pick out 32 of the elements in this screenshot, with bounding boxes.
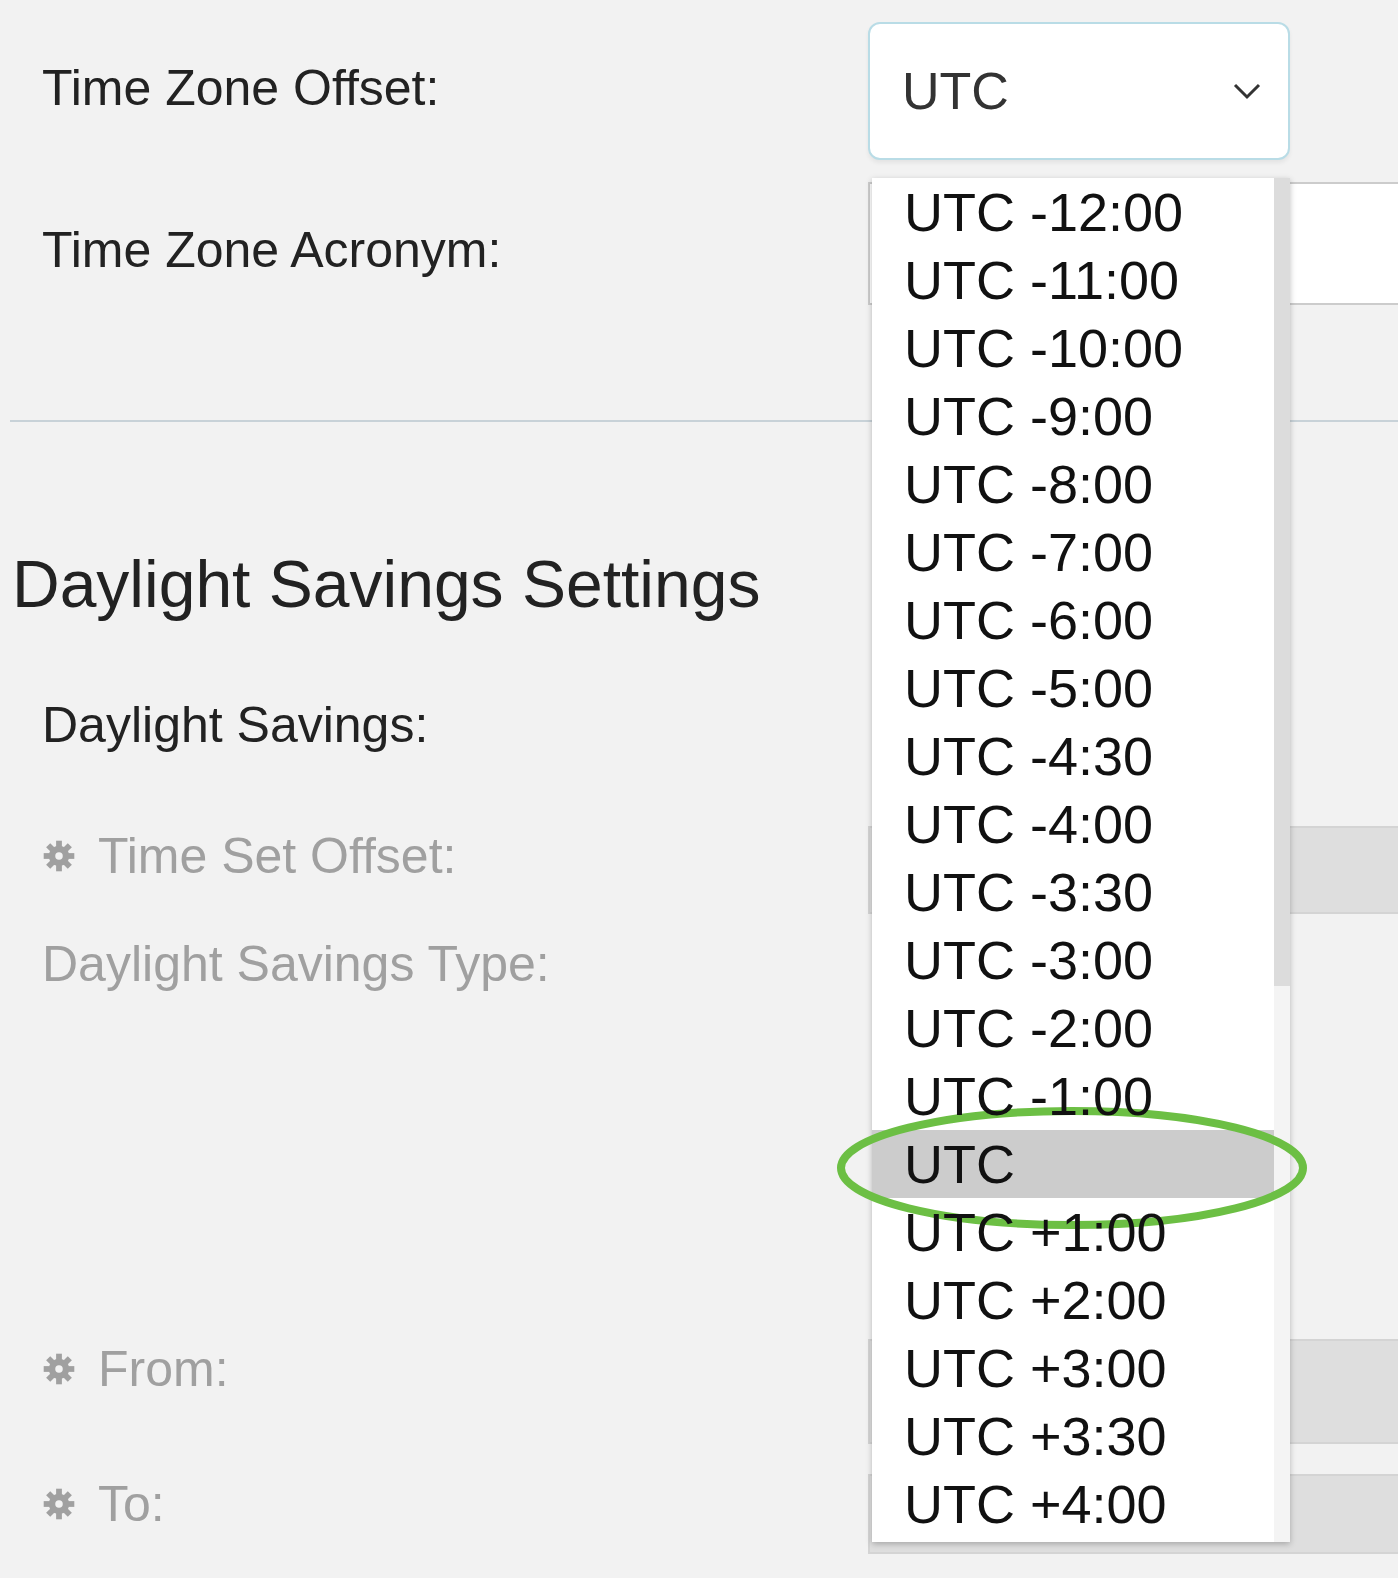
dropdown-option[interactable]: UTC +4:00 [872, 1470, 1274, 1538]
dropdown-option[interactable]: UTC +3:30 [872, 1402, 1274, 1470]
field-label: Daylight Savings Type: [42, 935, 551, 994]
section-heading: Daylight Savings Settings [12, 546, 761, 622]
dropdown-option[interactable]: UTC -7:00 [872, 518, 1274, 586]
field-label: To: [42, 1474, 868, 1534]
dropdown-option[interactable]: UTC -9:00 [872, 382, 1274, 450]
offset-select[interactable]: UTC [868, 22, 1290, 160]
gear-icon [42, 1352, 76, 1386]
dropdown-option[interactable]: UTC -5:00 [872, 654, 1274, 722]
dropdown-option[interactable]: UTC -6:00 [872, 586, 1274, 654]
field-label: Time Zone Acronym: [42, 221, 503, 280]
dropdown-option[interactable]: UTC -10:00 [872, 314, 1274, 382]
gear-icon [42, 1487, 76, 1521]
dropdown-option[interactable]: UTC -11:00 [872, 246, 1274, 314]
dropdown-option[interactable]: UTC -3:30 [872, 858, 1274, 926]
field-label: Daylight Savings: [42, 696, 430, 755]
gear-icon [42, 839, 76, 873]
scrollbar-thumb[interactable] [1274, 178, 1290, 986]
dropdown-option[interactable]: UTC -4:00 [872, 790, 1274, 858]
dropdown-option[interactable]: UTC -8:00 [872, 450, 1274, 518]
dropdown-option[interactable]: UTC [872, 1130, 1274, 1198]
field-label: Time Set Offset: [42, 826, 868, 886]
dropdown-option[interactable]: UTC -2:00 [872, 994, 1274, 1062]
dropdown-option[interactable]: UTC -3:00 [872, 926, 1274, 994]
chevron-down-icon [1232, 82, 1262, 100]
field-label: Time Zone Offset: [42, 59, 441, 118]
field-label: From: [42, 1339, 868, 1399]
dropdown-option[interactable]: UTC +3:00 [872, 1334, 1274, 1402]
dropdown-option[interactable]: UTC -4:30 [872, 722, 1274, 790]
dropdown-option[interactable]: UTC -12:00 [872, 178, 1274, 246]
dropdown-option[interactable]: UTC +2:00 [872, 1266, 1274, 1334]
